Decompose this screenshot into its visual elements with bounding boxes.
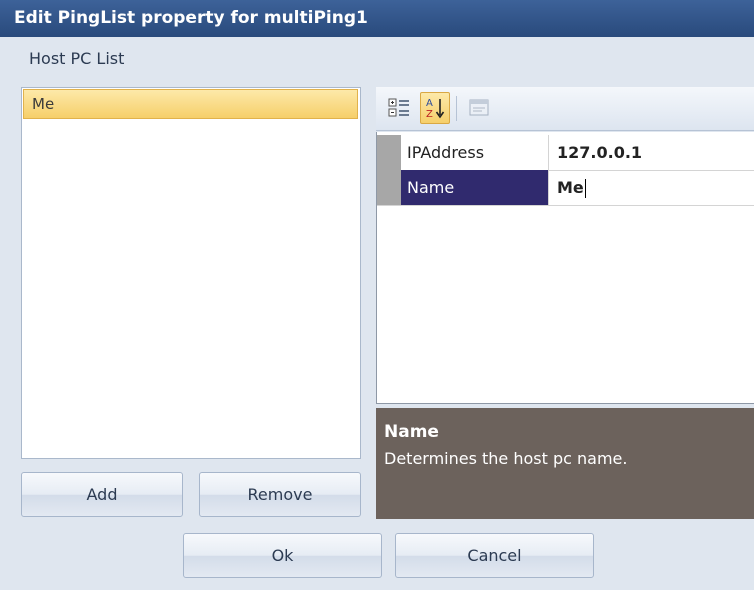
help-description: Determines the host pc name. [384, 449, 628, 468]
cancel-button[interactable]: Cancel [395, 533, 594, 578]
host-list-label: Host PC List [29, 49, 125, 68]
property-help-panel: Name Determines the host pc name. [376, 408, 754, 519]
property-row-name[interactable]: Name Me [377, 170, 754, 206]
property-value-text: Me [557, 178, 584, 197]
row-gutter [377, 135, 401, 170]
property-pages-icon[interactable] [464, 92, 494, 124]
window-title: Edit PingList property for multiPing1 [0, 0, 754, 37]
property-name[interactable]: Name [401, 170, 549, 205]
property-grid: IPAddress 127.0.0.1 Name Me [376, 132, 754, 404]
svg-text:A: A [426, 98, 433, 109]
property-value[interactable]: 127.0.0.1 [549, 135, 754, 170]
categorized-icon[interactable] [384, 92, 414, 124]
ok-button[interactable]: Ok [183, 533, 382, 578]
host-pc-list[interactable]: Me [21, 87, 361, 459]
host-list-item[interactable]: Me [23, 89, 358, 119]
toolbar-separator [456, 96, 457, 121]
svg-text:Z: Z [426, 109, 433, 120]
help-title: Name [384, 422, 439, 442]
property-name[interactable]: IPAddress [401, 135, 549, 170]
property-value-editor[interactable]: Me [549, 170, 754, 205]
text-caret [584, 179, 586, 198]
add-button[interactable]: Add [21, 472, 183, 517]
property-grid-toolbar: A Z [376, 87, 754, 131]
row-gutter [377, 170, 401, 205]
remove-button[interactable]: Remove [199, 472, 361, 517]
property-row-ipaddress[interactable]: IPAddress 127.0.0.1 [377, 135, 754, 171]
sort-alphabetical-icon[interactable]: A Z [420, 92, 450, 124]
